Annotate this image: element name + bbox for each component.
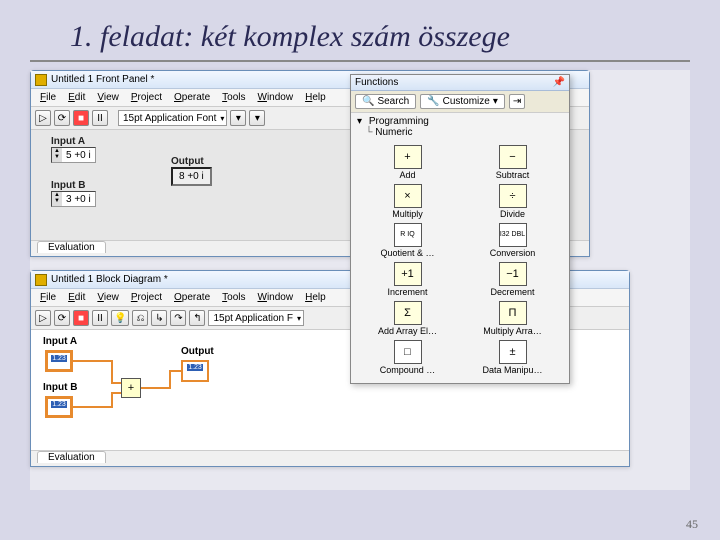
slide-title: 1. feladat: két komplex szám összege — [30, 0, 690, 62]
distribute-button[interactable]: ▾ — [249, 110, 265, 126]
functions-titlebar[interactable]: Functions 📌 — [351, 75, 569, 91]
stepper-b[interactable]: ▲▼ — [52, 192, 62, 206]
terminal-input-b[interactable]: 1.23 — [45, 396, 73, 418]
collapse-icon[interactable]: ▾ — [357, 116, 362, 127]
screenshot-stage: Untitled 1 Front Panel * File Edit View … — [30, 70, 690, 490]
palette-add-array[interactable]: ΣAdd Array El… — [361, 301, 454, 336]
palette-data-manip[interactable]: ±Data Manipu… — [466, 340, 559, 375]
wrench-icon: 🔧 — [427, 96, 439, 107]
retain-wire-button[interactable]: ⎌ — [132, 310, 148, 326]
palette-compound[interactable]: □Compound … — [361, 340, 454, 375]
bd-title: Untitled 1 Block Diagram * — [51, 274, 168, 285]
add-icon: + — [394, 145, 422, 169]
input-a-label: Input A — [51, 136, 96, 147]
bd-menu-view[interactable]: View — [92, 291, 124, 304]
input-a-field[interactable]: ▲▼ 5 +0 i — [51, 147, 96, 163]
functions-title-text: Functions — [355, 77, 398, 88]
sum-array-icon: Σ — [394, 301, 422, 325]
bd-menu-window[interactable]: Window — [253, 291, 299, 304]
front-panel-title: Untitled 1 Front Panel * — [51, 74, 154, 85]
terminal-output[interactable]: 1.23 — [181, 360, 209, 382]
bd-statusbar: Evaluation — [31, 450, 629, 466]
search-button[interactable]: 🔍 Search — [355, 94, 416, 109]
abort-button[interactable]: ■ — [73, 110, 89, 126]
multiply-icon: × — [394, 184, 422, 208]
palette-multiply[interactable]: ×Multiply — [361, 184, 454, 219]
palette-increment[interactable]: +1Increment — [361, 262, 454, 297]
menu-operate[interactable]: Operate — [169, 91, 215, 104]
bd-menu-edit[interactable]: Edit — [63, 291, 90, 304]
pause-button[interactable]: II — [92, 110, 108, 126]
bd-node-b-label: Input B — [43, 382, 77, 393]
bd-node-out-label: Output — [181, 346, 214, 357]
bd-abort-button[interactable]: ■ — [73, 310, 89, 326]
output-label: Output — [171, 156, 212, 167]
conversion-icon: I32 DBL — [499, 223, 527, 247]
chevron-down-icon: ▾ — [493, 96, 498, 107]
crumb-programming[interactable]: Programming — [369, 116, 429, 127]
bd-pause-button[interactable]: II — [92, 310, 108, 326]
fp-status-tab[interactable]: Evaluation — [37, 241, 106, 253]
step-over-button[interactable]: ↷ — [170, 310, 186, 326]
step-into-button[interactable]: ↳ — [151, 310, 167, 326]
stepper-a[interactable]: ▲▼ — [52, 148, 62, 162]
quotient-icon: R IQ — [394, 223, 422, 247]
align-button[interactable]: ▾ — [230, 110, 246, 126]
bd-status-tab[interactable]: Evaluation — [37, 451, 106, 463]
input-b-field[interactable]: ▲▼ 3 +0 i — [51, 191, 96, 207]
menu-project[interactable]: Project — [126, 91, 167, 104]
increment-icon: +1 — [394, 262, 422, 286]
palette-divide[interactable]: ÷Divide — [466, 184, 559, 219]
attach-button[interactable]: ⇥ — [509, 94, 525, 109]
breadcrumb: ▾ Programming └ Numeric — [351, 113, 569, 141]
palette-mult-array[interactable]: ΠMultiply Arra… — [466, 301, 559, 336]
bd-menu-operate[interactable]: Operate — [169, 291, 215, 304]
palette-quotient[interactable]: R IQQuotient & … — [361, 223, 454, 258]
input-b-label: Input B — [51, 180, 96, 191]
step-out-button[interactable]: ↰ — [189, 310, 205, 326]
bd-node-a-label: Input A — [43, 336, 77, 347]
bd-menu-help[interactable]: Help — [300, 291, 331, 304]
crumb-numeric[interactable]: Numeric — [375, 127, 412, 138]
highlight-exec-button[interactable]: 💡 — [111, 310, 129, 326]
functions-palette[interactable]: Functions 📌 🔍 Search 🔧 Customize ▾ ⇥ ▾ P… — [350, 74, 570, 384]
customize-button[interactable]: 🔧 Customize ▾ — [420, 94, 505, 109]
data-manip-icon: ± — [499, 340, 527, 364]
palette-grid: +Add −Subtract ×Multiply ÷Divide R IQQuo… — [351, 141, 569, 383]
bd-run-cont-button[interactable]: ⟳ — [54, 310, 70, 326]
bd-font-selector[interactable]: 15pt Application F — [208, 310, 304, 326]
slide-page-number: 45 — [686, 517, 698, 532]
add-function-node[interactable]: + — [121, 378, 141, 398]
pin-icon[interactable]: 📌 — [553, 77, 565, 88]
palette-subtract[interactable]: −Subtract — [466, 145, 559, 180]
compound-icon: □ — [394, 340, 422, 364]
bd-run-button[interactable]: ▷ — [35, 310, 51, 326]
font-selector[interactable]: 15pt Application Font — [118, 110, 227, 126]
run-cont-button[interactable]: ⟳ — [54, 110, 70, 126]
product-array-icon: Π — [499, 301, 527, 325]
labview-icon — [35, 274, 47, 286]
labview-icon — [35, 74, 47, 86]
palette-conversion[interactable]: I32 DBLConversion — [466, 223, 559, 258]
decrement-icon: −1 — [499, 262, 527, 286]
menu-help[interactable]: Help — [300, 91, 331, 104]
menu-window[interactable]: Window — [253, 91, 299, 104]
divide-icon: ÷ — [499, 184, 527, 208]
subtract-icon: − — [499, 145, 527, 169]
menu-edit[interactable]: Edit — [63, 91, 90, 104]
bd-menu-project[interactable]: Project — [126, 291, 167, 304]
search-icon: 🔍 — [362, 96, 374, 107]
palette-decrement[interactable]: −1Decrement — [466, 262, 559, 297]
menu-tools[interactable]: Tools — [217, 91, 250, 104]
terminal-input-a[interactable]: 1.23 — [45, 350, 73, 372]
bd-menu-tools[interactable]: Tools — [217, 291, 250, 304]
run-button[interactable]: ▷ — [35, 110, 51, 126]
functions-toolbar: 🔍 Search 🔧 Customize ▾ ⇥ — [351, 91, 569, 113]
menu-file[interactable]: File — [35, 91, 61, 104]
bd-menu-file[interactable]: File — [35, 291, 61, 304]
output-indicator: 8 +0 i — [171, 167, 212, 186]
menu-view[interactable]: View — [92, 91, 124, 104]
palette-add[interactable]: +Add — [361, 145, 454, 180]
